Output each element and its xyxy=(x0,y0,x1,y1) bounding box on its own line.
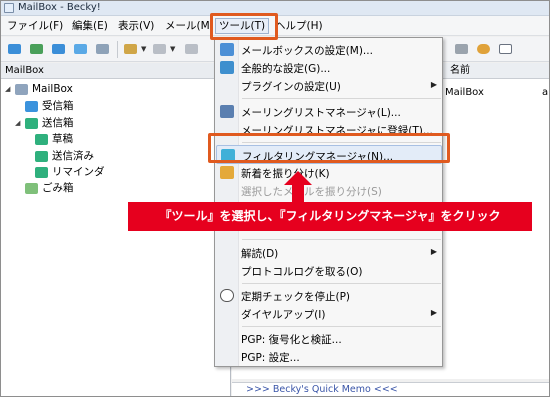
tools-menu-highlight-box xyxy=(210,13,278,40)
tree-item-inbox[interactable]: 受信箱 xyxy=(25,99,205,114)
reply-icon[interactable] xyxy=(151,41,168,58)
submenu-arrow-icon: ▶ xyxy=(430,80,437,89)
submenu-arrow-icon: ▶ xyxy=(430,247,437,256)
tree-item-label: 草稿 xyxy=(52,133,73,145)
tree-item-label: ごみ箱 xyxy=(42,182,74,194)
tree-item-sent[interactable]: 送信済み xyxy=(35,149,205,164)
address-book-button[interactable] xyxy=(94,41,111,58)
menu-item-general-settings[interactable]: 全般的な設定(G)... xyxy=(216,58,442,77)
menu-item-label: 解読(D) xyxy=(241,248,279,260)
quick-memo-bar[interactable]: >>> Becky's Quick Memo <<< xyxy=(232,382,549,396)
menu-item-label: 定期チェックを停止(P) xyxy=(241,291,351,303)
draft-icon xyxy=(35,134,48,145)
tree-item-outbox[interactable]: ◢ 送信箱 xyxy=(15,116,205,131)
filter-manager-highlight-box xyxy=(208,133,450,163)
up-arrow-icon xyxy=(284,171,312,185)
tree-item-trash[interactable]: ごみ箱 xyxy=(25,181,205,196)
general-settings-icon xyxy=(220,61,234,74)
instruction-callout: 『ツール』を選択し、『フィルタリングマネージャ』をクリック xyxy=(128,202,532,231)
computer-icon xyxy=(15,84,28,95)
tree-item-label: 送信済み xyxy=(52,150,94,162)
mailing-list-icon xyxy=(220,105,234,118)
menu-item-sort-selected-mail: 選択したメールを振り分け(S) xyxy=(216,181,442,200)
collapse-icon[interactable]: ◢ xyxy=(5,82,13,97)
mailbox-settings-icon xyxy=(220,43,234,56)
menu-item-label: 全般的な設定(G)... xyxy=(241,63,331,75)
menu-view[interactable]: 表示(V) xyxy=(115,18,157,34)
menu-help[interactable]: ヘルプ(H) xyxy=(272,18,326,34)
send-receive-button[interactable] xyxy=(28,41,45,58)
menu-item-label: PGP: 設定... xyxy=(241,352,300,364)
mailbox-tree: ◢ MailBox 受信箱 ◢ 送信箱 草稿 送信済み リマインダ ごみ箱 xyxy=(1,79,231,396)
menu-separator xyxy=(242,283,441,284)
menu-item-stop-periodic-check[interactable]: 定期チェックを停止(P) xyxy=(216,286,442,305)
sort-icon xyxy=(220,166,234,179)
menu-separator xyxy=(242,239,441,240)
tree-item-reminder[interactable]: リマインダ xyxy=(35,165,205,180)
arrow-stem xyxy=(292,184,304,202)
menu-item-plugin-settings[interactable]: プラグインの設定(U) ▶ xyxy=(216,76,442,95)
menu-item-dialup[interactable]: ダイヤルアップ(I) ▶ xyxy=(216,304,442,323)
menu-item-label: PGP: 復号化と検証... xyxy=(241,334,342,346)
window-title: MailBox - Becky! xyxy=(18,2,101,13)
menu-item-label: プロトコルログを取る(O) xyxy=(241,266,363,278)
menu-item-pgp-decrypt[interactable]: PGP: 復号化と検証... xyxy=(216,329,442,348)
app-icon xyxy=(4,3,14,13)
edit-icon[interactable] xyxy=(122,41,139,58)
outbox-icon xyxy=(25,118,38,129)
receive-button[interactable] xyxy=(6,41,23,58)
menu-item-mailing-list-manager[interactable]: メーリングリストマネージャ(L)... xyxy=(216,102,442,121)
menu-item-label: ダイヤルアップ(I) xyxy=(241,309,326,321)
tree-item-label: 送信箱 xyxy=(42,117,74,129)
menu-item-protocol-log[interactable]: プロトコルログを取る(O) xyxy=(216,261,442,280)
toolbar-separator xyxy=(117,41,118,58)
menu-item-sort-new-mail[interactable]: 新着を振り分け(K) xyxy=(216,163,442,182)
menu-item-decode[interactable]: 解読(D) ▶ xyxy=(216,243,442,262)
inbox-icon xyxy=(25,101,38,112)
menu-separator xyxy=(242,326,441,327)
send-button[interactable] xyxy=(50,41,67,58)
collapse-icon[interactable]: ◢ xyxy=(15,116,23,131)
chevron-down-icon[interactable]: ▼ xyxy=(141,45,146,53)
clock-icon xyxy=(220,289,234,302)
menu-item-label: プラグインの設定(U) xyxy=(241,81,341,93)
menu-item-pgp-settings[interactable]: PGP: 設定... xyxy=(216,347,442,366)
menu-file[interactable]: ファイル(F) xyxy=(4,18,66,34)
tree-item-label: 受信箱 xyxy=(42,100,74,112)
globe-icon[interactable] xyxy=(475,41,492,58)
compose-button[interactable] xyxy=(72,41,89,58)
tree-item-label: リマインダ xyxy=(52,166,105,178)
folder-list-row-name[interactable]: MailBox xyxy=(445,87,484,98)
app-window: MailBox - Becky! ファイル(F) 編集(E) 表示(V) メール… xyxy=(0,0,550,397)
tree-item-mailbox[interactable]: ◢ MailBox xyxy=(5,82,205,97)
menu-separator xyxy=(242,98,441,99)
menu-mail[interactable]: メール(M) xyxy=(162,18,217,34)
chevron-down-icon[interactable]: ▼ xyxy=(170,45,175,53)
trash-icon xyxy=(25,183,38,194)
layout-icon[interactable] xyxy=(497,41,514,58)
column-name-header[interactable]: 名前 xyxy=(450,63,470,79)
mailbox-pane-header: MailBox xyxy=(1,63,231,79)
folder-list-row-extra: a xyxy=(542,87,549,98)
tree-item-draft[interactable]: 草稿 xyxy=(35,132,205,147)
menu-edit[interactable]: 編集(E) xyxy=(69,18,111,34)
tree-item-label: MailBox xyxy=(32,83,73,95)
menu-item-label: 選択したメールを振り分け(S) xyxy=(241,186,382,198)
submenu-arrow-icon: ▶ xyxy=(430,308,437,317)
forward-icon[interactable] xyxy=(183,41,200,58)
folder-icon[interactable] xyxy=(453,41,470,58)
menu-item-mailbox-settings[interactable]: メールボックスの設定(M)... xyxy=(216,40,442,59)
sent-icon xyxy=(35,151,48,162)
reminder-icon xyxy=(35,167,48,178)
menu-item-label: メーリングリストマネージャ(L)... xyxy=(241,107,401,119)
menu-item-label: メールボックスの設定(M)... xyxy=(241,45,373,57)
